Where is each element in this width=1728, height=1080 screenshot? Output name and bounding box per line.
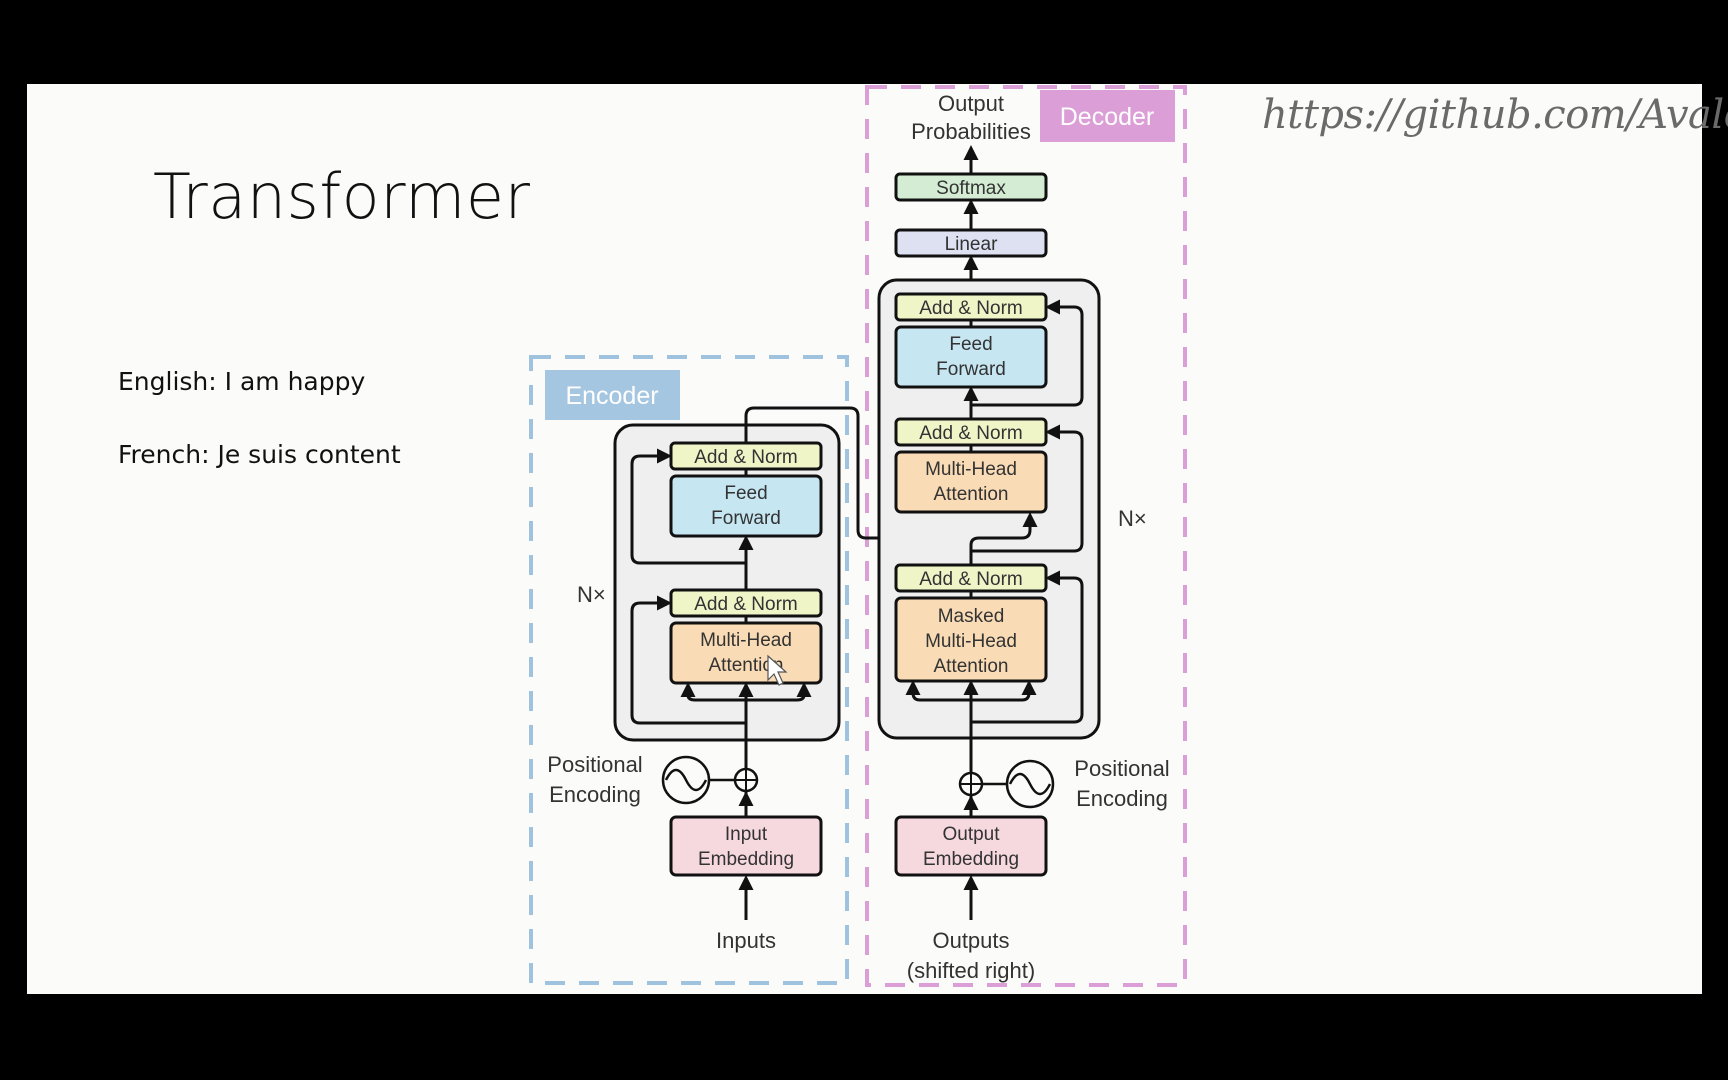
encoder-ff-line1: Feed	[724, 483, 767, 504]
decoder-outputs-line1: Outputs	[932, 928, 1009, 953]
encoder-tag: Encoder	[565, 382, 658, 410]
decoder-emb-line2: Embedding	[923, 849, 1019, 870]
encoder-nx: N×	[577, 582, 606, 607]
decoder-add-norm-top-label: Add & Norm	[919, 298, 1022, 319]
decoder-ca-line2: Attention	[934, 484, 1009, 505]
encoder-attn-line1: Multi-Head	[700, 630, 792, 651]
decoder-outputs-line2: (shifted right)	[907, 958, 1035, 983]
decoder-ma-line3: Attention	[934, 656, 1009, 677]
output-prob-line2: Probabilities	[911, 119, 1031, 144]
decoder-add-norm-mid-label: Add & Norm	[919, 423, 1022, 444]
encoder-emb-line1: Input	[725, 824, 768, 845]
decoder-add-norm-bottom-label: Add & Norm	[919, 569, 1022, 590]
encoder-pe-line2: Encoding	[549, 782, 641, 807]
encoder-ff-line2: Forward	[711, 508, 781, 529]
encoder-inputs-label: Inputs	[716, 928, 776, 953]
encoder-add-norm-top-label: Add & Norm	[694, 447, 797, 468]
decoder-ma-line1: Masked	[938, 606, 1005, 627]
linear-label: Linear	[945, 234, 998, 255]
encoder-emb-line2: Embedding	[698, 849, 794, 870]
decoder-pe-line1: Positional	[1074, 756, 1169, 781]
decoder-emb-line1: Output	[942, 824, 1000, 845]
decoder-ff-line1: Feed	[949, 334, 992, 355]
encoder-pe-line1: Positional	[547, 752, 642, 777]
decoder-nx: N×	[1118, 506, 1147, 531]
decoder-ca-line1: Multi-Head	[925, 459, 1017, 480]
decoder-tag: Decoder	[1060, 103, 1155, 131]
decoder-ff-line2: Forward	[936, 359, 1006, 380]
decoder-ma-line2: Multi-Head	[925, 631, 1017, 652]
encoder-add-norm-bottom-label: Add & Norm	[694, 594, 797, 615]
output-prob-line1: Output	[938, 91, 1004, 116]
softmax-label: Softmax	[936, 178, 1006, 199]
decoder-pe-line2: Encoding	[1076, 786, 1168, 811]
transformer-diagram: Encoder Decoder N× Add & Norm Feed Forwa…	[529, 85, 1187, 987]
